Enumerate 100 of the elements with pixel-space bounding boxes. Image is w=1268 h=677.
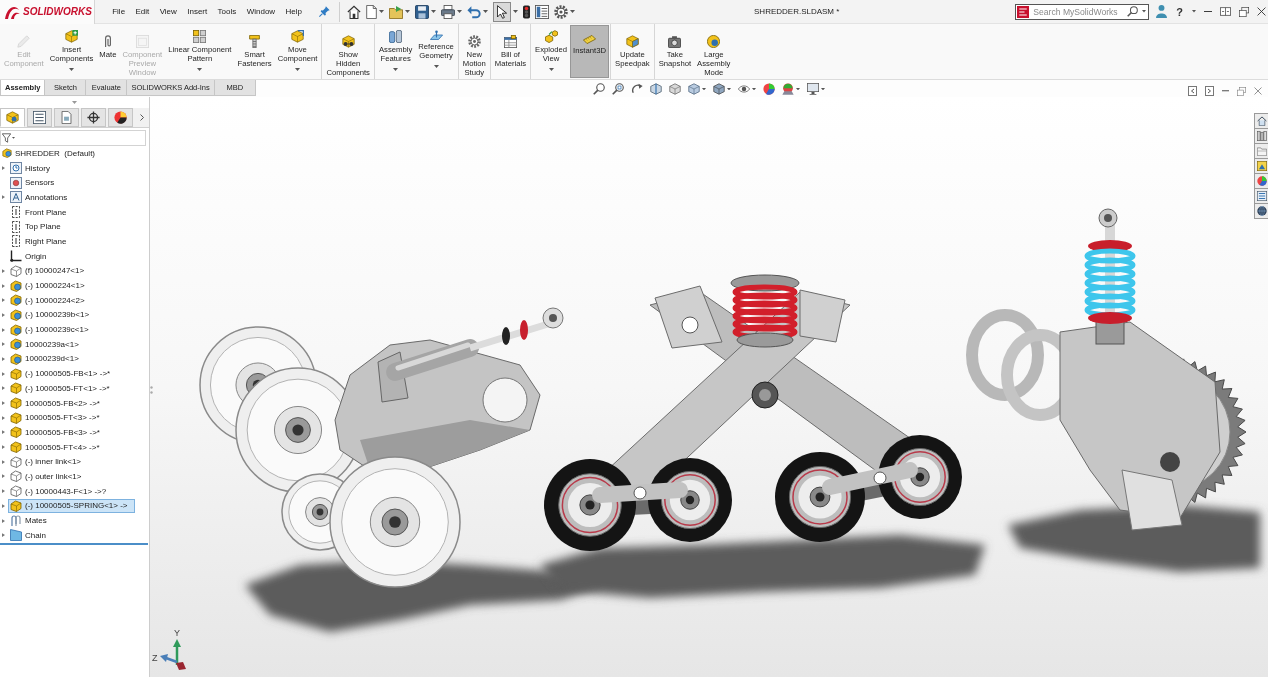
panel-tab[interactable] bbox=[81, 108, 106, 127]
pin-icon[interactable] bbox=[319, 6, 331, 17]
tree-item[interactable]: (-) 10000505-FB<1> ->* bbox=[8, 366, 118, 381]
color-sphere-icon[interactable] bbox=[763, 83, 775, 95]
caret-icon[interactable] bbox=[393, 67, 399, 71]
magnifier-box-icon[interactable] bbox=[612, 83, 624, 95]
tree-item[interactable]: History bbox=[8, 161, 57, 176]
expand-arrow-icon[interactable] bbox=[2, 459, 5, 464]
expand-arrow-icon[interactable] bbox=[2, 445, 5, 450]
expand-arrow-icon[interactable] bbox=[2, 327, 5, 332]
minimize-icon[interactable] bbox=[1204, 10, 1212, 13]
menu-item[interactable]: File bbox=[107, 4, 131, 19]
expand-arrow-icon[interactable] bbox=[2, 474, 5, 479]
settings-icon[interactable] bbox=[554, 4, 569, 19]
caret-icon[interactable] bbox=[1192, 10, 1196, 13]
tree-item[interactable]: (-) 10000505-FT<1> ->* bbox=[8, 381, 117, 396]
caret-icon[interactable] bbox=[379, 10, 385, 13]
expand-arrow-icon[interactable] bbox=[2, 415, 5, 420]
caret-icon[interactable] bbox=[796, 87, 800, 91]
filter-field[interactable] bbox=[0, 130, 146, 146]
caret-icon[interactable] bbox=[295, 67, 300, 71]
expand-arrow-icon[interactable] bbox=[2, 489, 5, 494]
tree-item[interactable]: (-) 10000239b<1> bbox=[8, 307, 97, 322]
expand-arrow-icon[interactable] bbox=[2, 195, 5, 200]
search-icon[interactable] bbox=[1127, 6, 1139, 17]
tree-item[interactable]: Chain bbox=[8, 528, 53, 543]
tree-item[interactable]: 10000239d<1> bbox=[8, 351, 86, 366]
user-icon[interactable] bbox=[1156, 5, 1168, 18]
tree-item[interactable]: (-) 10000224<1> bbox=[8, 278, 92, 293]
tile-icon[interactable] bbox=[1220, 7, 1231, 16]
tree-item[interactable]: 10000505-FT<3> ->* bbox=[8, 410, 107, 425]
tree-item[interactable]: Annotations bbox=[8, 190, 75, 205]
caret-icon[interactable] bbox=[727, 87, 731, 91]
eye-icon[interactable] bbox=[738, 83, 750, 95]
caret-icon[interactable] bbox=[821, 87, 825, 91]
scene-sphere-icon[interactable] bbox=[782, 83, 794, 95]
tree-item[interactable]: Mates bbox=[8, 513, 54, 528]
select-button[interactable] bbox=[493, 1, 512, 22]
tree-item[interactable]: (-) inner link<1> bbox=[8, 454, 89, 469]
tree-item[interactable]: Sensors bbox=[8, 175, 62, 190]
expand-arrow-icon[interactable] bbox=[2, 166, 5, 171]
menu-item[interactable]: Window bbox=[241, 4, 281, 19]
help-button[interactable]: ? bbox=[1175, 5, 1184, 18]
print-icon[interactable] bbox=[441, 4, 456, 19]
tree-item[interactable]: Origin bbox=[8, 249, 54, 264]
magnifier-icon[interactable] bbox=[593, 83, 605, 95]
expand-arrow-icon[interactable] bbox=[2, 533, 5, 538]
tree-item[interactable]: Top Plane bbox=[8, 219, 68, 234]
document-list-icon[interactable] bbox=[535, 4, 550, 19]
tree-item[interactable]: 10000505-FB<3> ->* bbox=[8, 425, 107, 440]
grip-icon[interactable] bbox=[72, 101, 77, 104]
search-field[interactable]: Search MySolidWorks bbox=[1015, 3, 1150, 20]
task-pane-tab[interactable] bbox=[1254, 158, 1268, 174]
tree-item[interactable]: (-) outer link<1> bbox=[8, 469, 89, 484]
task-pane-tab[interactable] bbox=[1254, 188, 1268, 204]
task-pane-tab[interactable] bbox=[1254, 173, 1268, 189]
save-icon[interactable] bbox=[415, 4, 430, 19]
expand-arrow-icon[interactable] bbox=[2, 430, 5, 435]
caret-icon[interactable] bbox=[702, 87, 706, 91]
new-file-icon[interactable] bbox=[366, 4, 378, 19]
section-cube-icon[interactable] bbox=[650, 83, 662, 95]
close-icon[interactable] bbox=[1257, 7, 1266, 16]
cube-icon[interactable] bbox=[669, 83, 681, 95]
shaded-cube-icon[interactable] bbox=[713, 83, 725, 95]
menu-item[interactable]: View bbox=[154, 4, 182, 19]
expand-arrow-icon[interactable] bbox=[2, 312, 5, 317]
home-icon[interactable] bbox=[347, 4, 362, 19]
chevron-right-icon[interactable] bbox=[140, 114, 144, 121]
curved-arrow-icon[interactable] bbox=[631, 83, 643, 95]
menu-item[interactable]: Tools bbox=[212, 4, 242, 19]
restore-icon[interactable] bbox=[1239, 6, 1249, 17]
expand-arrow-icon[interactable] bbox=[2, 356, 5, 361]
expand-arrow-icon[interactable] bbox=[2, 503, 5, 508]
expand-arrow-icon[interactable] bbox=[2, 342, 5, 347]
caret-icon[interactable] bbox=[1142, 10, 1147, 13]
expand-arrow-icon[interactable] bbox=[2, 268, 5, 273]
caret-icon[interactable] bbox=[483, 10, 489, 13]
tree-item[interactable]: 10000505-FB<2> ->* bbox=[8, 396, 107, 411]
expand-arrow-icon[interactable] bbox=[2, 386, 5, 391]
traffic-light-icon[interactable] bbox=[523, 4, 531, 19]
caret-icon[interactable] bbox=[431, 10, 437, 13]
tree-item[interactable]: (f) 10000247<1> bbox=[8, 263, 92, 278]
menu-item[interactable]: Edit bbox=[130, 4, 155, 19]
expand-arrow-icon[interactable] bbox=[2, 283, 5, 288]
monitor-icon[interactable] bbox=[807, 83, 819, 95]
tile-left-icon[interactable] bbox=[1188, 86, 1197, 96]
panel-tab[interactable] bbox=[27, 108, 52, 127]
tile-right-icon[interactable] bbox=[1205, 86, 1214, 96]
splitter-grip-icon[interactable] bbox=[150, 386, 153, 394]
task-pane-tab[interactable] bbox=[1254, 128, 1268, 144]
caret-icon[interactable] bbox=[12, 137, 15, 139]
open-folder-icon[interactable] bbox=[389, 4, 404, 19]
tree-item[interactable]: SHREDDER (Default) bbox=[0, 146, 102, 161]
caret-icon[interactable] bbox=[513, 10, 519, 13]
tree-item[interactable]: Right Plane bbox=[8, 234, 74, 249]
expand-arrow-icon[interactable] bbox=[2, 518, 5, 523]
expand-arrow-icon[interactable] bbox=[2, 298, 5, 303]
undo-icon[interactable] bbox=[467, 4, 482, 19]
tree-item[interactable]: (-) 10000224<2> bbox=[8, 293, 92, 308]
caret-icon[interactable] bbox=[405, 10, 411, 13]
